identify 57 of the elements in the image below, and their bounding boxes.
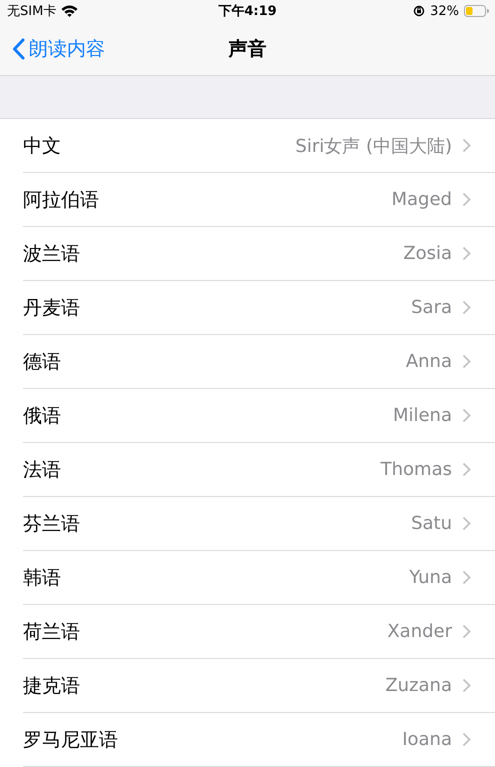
voice-value: Zuzana bbox=[385, 675, 452, 696]
language-label: 俄语 bbox=[23, 404, 62, 428]
voice-value: Sara bbox=[411, 297, 452, 318]
battery-icon bbox=[464, 5, 489, 17]
voice-list-item[interactable]: 波兰语 Zosia bbox=[23, 227, 495, 281]
back-button[interactable]: 朗读内容 bbox=[0, 36, 105, 62]
voice-value: Anna bbox=[406, 351, 452, 372]
voice-list-item[interactable]: 法语 Thomas bbox=[23, 443, 495, 497]
screen-title: 声音 bbox=[228, 36, 266, 62]
chevron-icon bbox=[462, 246, 471, 261]
voice-value: Maged bbox=[392, 189, 452, 210]
battery-text: 32% bbox=[430, 4, 459, 18]
chevron-icon bbox=[462, 678, 471, 693]
voice-list-item[interactable]: 丹麦语 Sara bbox=[23, 281, 495, 335]
clock-text: 下午4:19 bbox=[218, 3, 277, 20]
language-label: 丹麦语 bbox=[23, 296, 81, 320]
voice-value: Satu bbox=[411, 513, 452, 534]
chevron-icon bbox=[462, 516, 471, 531]
voice-list-item[interactable]: 捷克语 Zuzana bbox=[23, 659, 495, 713]
voice-list-item[interactable]: 中文 Siri女声 (中国大陆) bbox=[23, 119, 495, 173]
language-label: 阿拉伯语 bbox=[23, 188, 100, 212]
language-label: 罗马尼亚语 bbox=[23, 728, 119, 752]
voice-list-item[interactable]: 阿拉伯语 Maged bbox=[23, 173, 495, 227]
chevron-icon bbox=[462, 462, 471, 477]
voice-list-item[interactable]: 俄语 Milena bbox=[23, 389, 495, 443]
voice-list-item[interactable]: 韩语 Yuna bbox=[23, 551, 495, 605]
voice-value: Milena bbox=[392, 405, 452, 426]
wifi-icon bbox=[61, 5, 78, 17]
chevron-icon bbox=[462, 138, 471, 153]
language-label: 韩语 bbox=[23, 566, 62, 590]
chevron-icon bbox=[462, 408, 471, 423]
chevron-icon bbox=[462, 732, 471, 747]
chevron-icon bbox=[462, 300, 471, 315]
voice-value: Xander bbox=[387, 621, 452, 642]
rotation-lock-icon bbox=[413, 5, 426, 17]
language-label: 波兰语 bbox=[23, 242, 81, 266]
voice-value: Yuna bbox=[409, 567, 452, 588]
chevron-icon bbox=[462, 624, 471, 639]
chevron-icon bbox=[462, 192, 471, 207]
language-label: 中文 bbox=[23, 134, 62, 158]
voice-value: Zosia bbox=[403, 243, 452, 264]
voice-list-item[interactable]: 德语 Anna bbox=[23, 335, 495, 389]
language-label: 德语 bbox=[23, 350, 62, 374]
language-label: 芬兰语 bbox=[23, 512, 81, 536]
voice-value: Siri女声 (中国大陆) bbox=[295, 134, 452, 158]
language-label: 捷克语 bbox=[23, 674, 81, 698]
chevron-icon bbox=[462, 570, 471, 585]
back-chevron-icon bbox=[12, 38, 25, 60]
carrier-text: 无SIM卡 bbox=[7, 3, 56, 20]
voice-value: Ioana bbox=[402, 729, 452, 750]
voice-list-item[interactable]: 芬兰语 Satu bbox=[23, 497, 495, 551]
voice-value: Thomas bbox=[380, 459, 452, 480]
language-label: 荷兰语 bbox=[23, 620, 81, 644]
chevron-icon bbox=[462, 354, 471, 369]
voice-list-item[interactable]: 荷兰语 Xander bbox=[23, 605, 495, 659]
voice-list-item[interactable]: 罗马尼亚语 Ioana bbox=[23, 713, 495, 767]
language-label: 法语 bbox=[23, 458, 62, 482]
